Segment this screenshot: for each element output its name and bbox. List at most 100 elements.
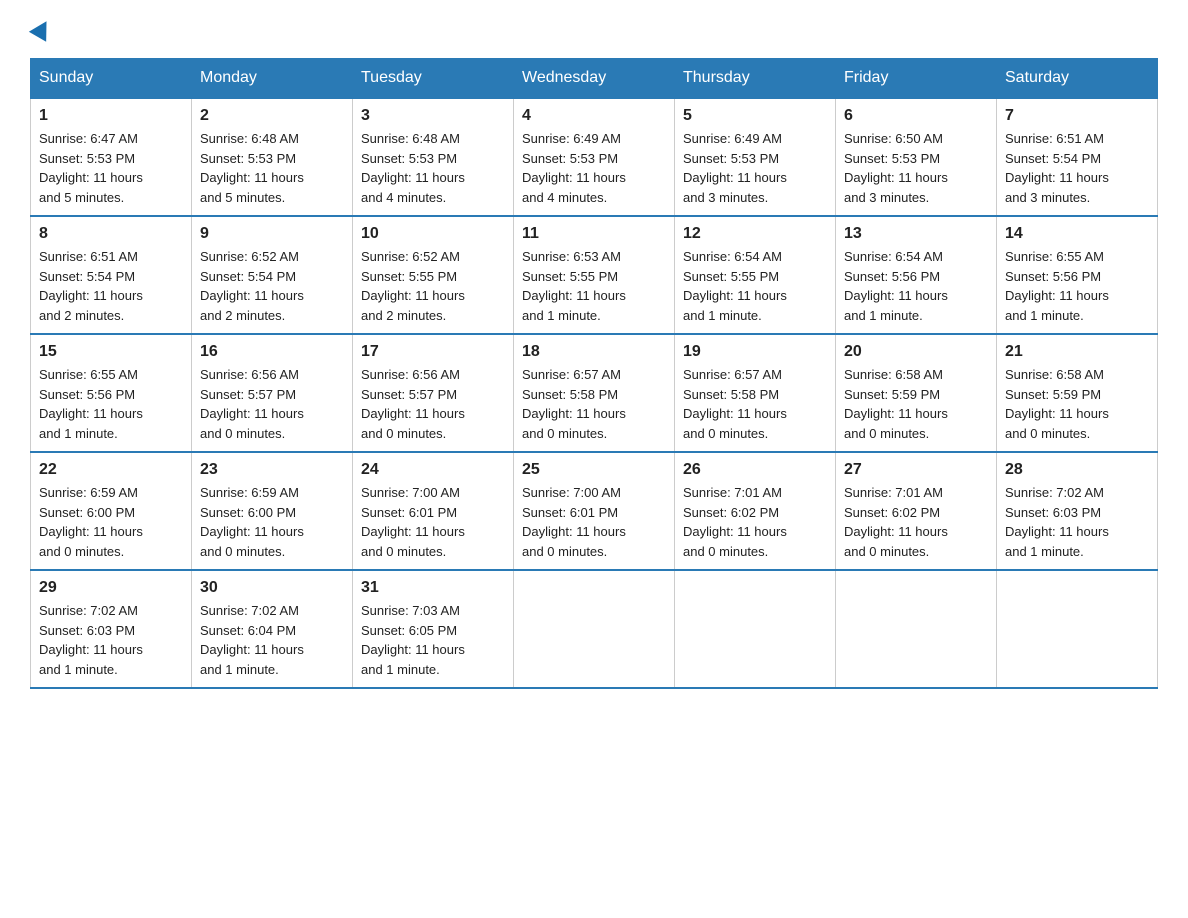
day-number: 3: [361, 107, 505, 125]
day-info: Sunrise: 6:48 AMSunset: 5:53 PMDaylight:…: [200, 131, 304, 205]
day-number: 30: [200, 579, 344, 597]
calendar-day-cell: 8 Sunrise: 6:51 AMSunset: 5:54 PMDayligh…: [31, 216, 192, 334]
day-number: 20: [844, 343, 988, 361]
calendar-day-cell: 10 Sunrise: 6:52 AMSunset: 5:55 PMDaylig…: [353, 216, 514, 334]
day-number: 16: [200, 343, 344, 361]
day-number: 2: [200, 107, 344, 125]
calendar-day-cell: 4 Sunrise: 6:49 AMSunset: 5:53 PMDayligh…: [514, 98, 675, 216]
day-info: Sunrise: 6:53 AMSunset: 5:55 PMDaylight:…: [522, 249, 626, 323]
logo-triangle-icon: [29, 16, 55, 42]
day-number: 17: [361, 343, 505, 361]
day-info: Sunrise: 6:56 AMSunset: 5:57 PMDaylight:…: [361, 367, 465, 441]
day-info: Sunrise: 6:54 AMSunset: 5:56 PMDaylight:…: [844, 249, 948, 323]
day-info: Sunrise: 6:54 AMSunset: 5:55 PMDaylight:…: [683, 249, 787, 323]
day-number: 15: [39, 343, 183, 361]
header-monday: Monday: [192, 59, 353, 99]
calendar-day-cell: 13 Sunrise: 6:54 AMSunset: 5:56 PMDaylig…: [836, 216, 997, 334]
day-info: Sunrise: 6:47 AMSunset: 5:53 PMDaylight:…: [39, 131, 143, 205]
day-number: 13: [844, 225, 988, 243]
calendar-day-cell: 21 Sunrise: 6:58 AMSunset: 5:59 PMDaylig…: [997, 334, 1158, 452]
calendar-week-row: 29 Sunrise: 7:02 AMSunset: 6:03 PMDaylig…: [31, 570, 1158, 688]
day-number: 12: [683, 225, 827, 243]
calendar-day-cell: 6 Sunrise: 6:50 AMSunset: 5:53 PMDayligh…: [836, 98, 997, 216]
page-header: Blue: [30, 20, 1158, 38]
day-number: 7: [1005, 107, 1149, 125]
day-info: Sunrise: 6:55 AMSunset: 5:56 PMDaylight:…: [1005, 249, 1109, 323]
day-number: 18: [522, 343, 666, 361]
calendar-day-cell: 20 Sunrise: 6:58 AMSunset: 5:59 PMDaylig…: [836, 334, 997, 452]
day-info: Sunrise: 7:01 AMSunset: 6:02 PMDaylight:…: [683, 485, 787, 559]
calendar-day-cell: 17 Sunrise: 6:56 AMSunset: 5:57 PMDaylig…: [353, 334, 514, 452]
calendar-table: SundayMondayTuesdayWednesdayThursdayFrid…: [30, 58, 1158, 689]
calendar-day-cell: 9 Sunrise: 6:52 AMSunset: 5:54 PMDayligh…: [192, 216, 353, 334]
day-number: 9: [200, 225, 344, 243]
day-number: 6: [844, 107, 988, 125]
day-info: Sunrise: 6:48 AMSunset: 5:53 PMDaylight:…: [361, 131, 465, 205]
day-number: 24: [361, 461, 505, 479]
day-info: Sunrise: 6:58 AMSunset: 5:59 PMDaylight:…: [844, 367, 948, 441]
day-info: Sunrise: 7:03 AMSunset: 6:05 PMDaylight:…: [361, 603, 465, 677]
calendar-day-cell: 7 Sunrise: 6:51 AMSunset: 5:54 PMDayligh…: [997, 98, 1158, 216]
header-friday: Friday: [836, 59, 997, 99]
day-info: Sunrise: 6:58 AMSunset: 5:59 PMDaylight:…: [1005, 367, 1109, 441]
day-number: 22: [39, 461, 183, 479]
calendar-day-cell: [997, 570, 1158, 688]
calendar-day-cell: 31 Sunrise: 7:03 AMSunset: 6:05 PMDaylig…: [353, 570, 514, 688]
day-info: Sunrise: 6:55 AMSunset: 5:56 PMDaylight:…: [39, 367, 143, 441]
calendar-day-cell: 22 Sunrise: 6:59 AMSunset: 6:00 PMDaylig…: [31, 452, 192, 570]
day-info: Sunrise: 7:02 AMSunset: 6:03 PMDaylight:…: [39, 603, 143, 677]
day-info: Sunrise: 6:59 AMSunset: 6:00 PMDaylight:…: [39, 485, 143, 559]
day-number: 21: [1005, 343, 1149, 361]
day-info: Sunrise: 7:01 AMSunset: 6:02 PMDaylight:…: [844, 485, 948, 559]
calendar-day-cell: 15 Sunrise: 6:55 AMSunset: 5:56 PMDaylig…: [31, 334, 192, 452]
day-number: 8: [39, 225, 183, 243]
calendar-day-cell: 23 Sunrise: 6:59 AMSunset: 6:00 PMDaylig…: [192, 452, 353, 570]
calendar-day-cell: 30 Sunrise: 7:02 AMSunset: 6:04 PMDaylig…: [192, 570, 353, 688]
calendar-week-row: 8 Sunrise: 6:51 AMSunset: 5:54 PMDayligh…: [31, 216, 1158, 334]
day-number: 1: [39, 107, 183, 125]
header-thursday: Thursday: [675, 59, 836, 99]
calendar-day-cell: 16 Sunrise: 6:56 AMSunset: 5:57 PMDaylig…: [192, 334, 353, 452]
day-number: 29: [39, 579, 183, 597]
calendar-week-row: 1 Sunrise: 6:47 AMSunset: 5:53 PMDayligh…: [31, 98, 1158, 216]
day-info: Sunrise: 6:52 AMSunset: 5:55 PMDaylight:…: [361, 249, 465, 323]
day-number: 11: [522, 225, 666, 243]
header-sunday: Sunday: [31, 59, 192, 99]
day-info: Sunrise: 6:52 AMSunset: 5:54 PMDaylight:…: [200, 249, 304, 323]
day-info: Sunrise: 7:02 AMSunset: 6:03 PMDaylight:…: [1005, 485, 1109, 559]
calendar-day-cell: 18 Sunrise: 6:57 AMSunset: 5:58 PMDaylig…: [514, 334, 675, 452]
calendar-week-row: 15 Sunrise: 6:55 AMSunset: 5:56 PMDaylig…: [31, 334, 1158, 452]
day-number: 26: [683, 461, 827, 479]
day-number: 10: [361, 225, 505, 243]
day-number: 4: [522, 107, 666, 125]
header-saturday: Saturday: [997, 59, 1158, 99]
calendar-day-cell: 29 Sunrise: 7:02 AMSunset: 6:03 PMDaylig…: [31, 570, 192, 688]
header-tuesday: Tuesday: [353, 59, 514, 99]
day-info: Sunrise: 6:59 AMSunset: 6:00 PMDaylight:…: [200, 485, 304, 559]
day-info: Sunrise: 6:56 AMSunset: 5:57 PMDaylight:…: [200, 367, 304, 441]
day-info: Sunrise: 6:57 AMSunset: 5:58 PMDaylight:…: [683, 367, 787, 441]
logo: Blue: [30, 20, 54, 38]
calendar-day-cell: [675, 570, 836, 688]
day-number: 23: [200, 461, 344, 479]
day-info: Sunrise: 6:49 AMSunset: 5:53 PMDaylight:…: [683, 131, 787, 205]
calendar-day-cell: 11 Sunrise: 6:53 AMSunset: 5:55 PMDaylig…: [514, 216, 675, 334]
day-info: Sunrise: 6:50 AMSunset: 5:53 PMDaylight:…: [844, 131, 948, 205]
calendar-day-cell: [514, 570, 675, 688]
day-number: 28: [1005, 461, 1149, 479]
day-number: 27: [844, 461, 988, 479]
calendar-day-cell: 3 Sunrise: 6:48 AMSunset: 5:53 PMDayligh…: [353, 98, 514, 216]
day-info: Sunrise: 6:51 AMSunset: 5:54 PMDaylight:…: [1005, 131, 1109, 205]
calendar-day-cell: 5 Sunrise: 6:49 AMSunset: 5:53 PMDayligh…: [675, 98, 836, 216]
day-number: 31: [361, 579, 505, 597]
day-info: Sunrise: 7:00 AMSunset: 6:01 PMDaylight:…: [522, 485, 626, 559]
calendar-day-cell: 2 Sunrise: 6:48 AMSunset: 5:53 PMDayligh…: [192, 98, 353, 216]
day-info: Sunrise: 7:02 AMSunset: 6:04 PMDaylight:…: [200, 603, 304, 677]
calendar-day-cell: [836, 570, 997, 688]
calendar-day-cell: 28 Sunrise: 7:02 AMSunset: 6:03 PMDaylig…: [997, 452, 1158, 570]
calendar-day-cell: 27 Sunrise: 7:01 AMSunset: 6:02 PMDaylig…: [836, 452, 997, 570]
calendar-day-cell: 24 Sunrise: 7:00 AMSunset: 6:01 PMDaylig…: [353, 452, 514, 570]
day-info: Sunrise: 6:51 AMSunset: 5:54 PMDaylight:…: [39, 249, 143, 323]
day-number: 5: [683, 107, 827, 125]
day-number: 25: [522, 461, 666, 479]
